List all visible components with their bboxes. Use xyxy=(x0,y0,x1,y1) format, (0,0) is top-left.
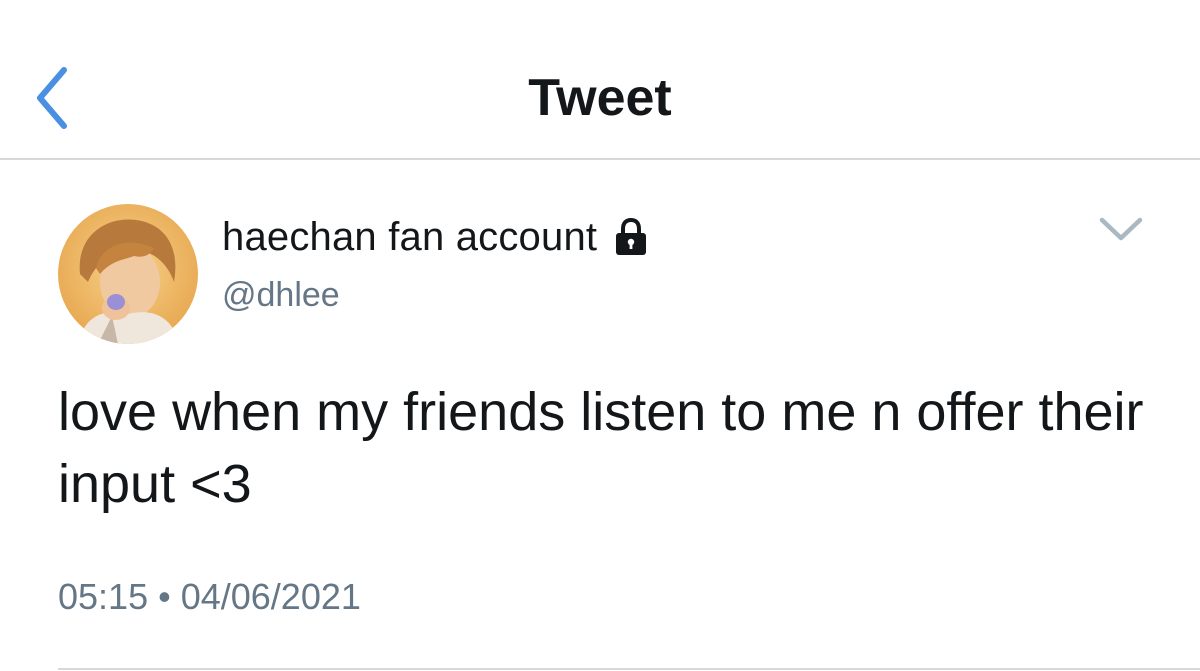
tweet-detail-screen: Tweet haechan fan account @dhlee love wh… xyxy=(0,0,1200,671)
display-name[interactable]: haechan fan account xyxy=(222,212,649,262)
lock-icon xyxy=(613,217,649,257)
tweet-date: 04/06/2021 xyxy=(180,576,361,617)
tweet-time: 05:15 xyxy=(58,576,149,617)
tweet-card: haechan fan account @dhlee love when my … xyxy=(0,160,1200,671)
page-title: Tweet xyxy=(528,69,672,127)
tweet-text: love when my friends listen to me n offe… xyxy=(58,382,1144,514)
avatar-photo xyxy=(58,204,198,344)
meta-separator: • xyxy=(158,576,171,617)
chevron-down-icon xyxy=(1099,217,1143,241)
display-name-text: haechan fan account xyxy=(222,215,598,259)
tweet-options-button[interactable] xyxy=(1096,212,1146,246)
tweet-timestamp: 05:15 • 04/06/2021 xyxy=(58,574,361,620)
user-handle[interactable]: @dhlee xyxy=(222,274,340,316)
navigation-bar: Tweet xyxy=(0,0,1200,160)
avatar[interactable] xyxy=(58,204,198,344)
divider xyxy=(58,668,1200,670)
